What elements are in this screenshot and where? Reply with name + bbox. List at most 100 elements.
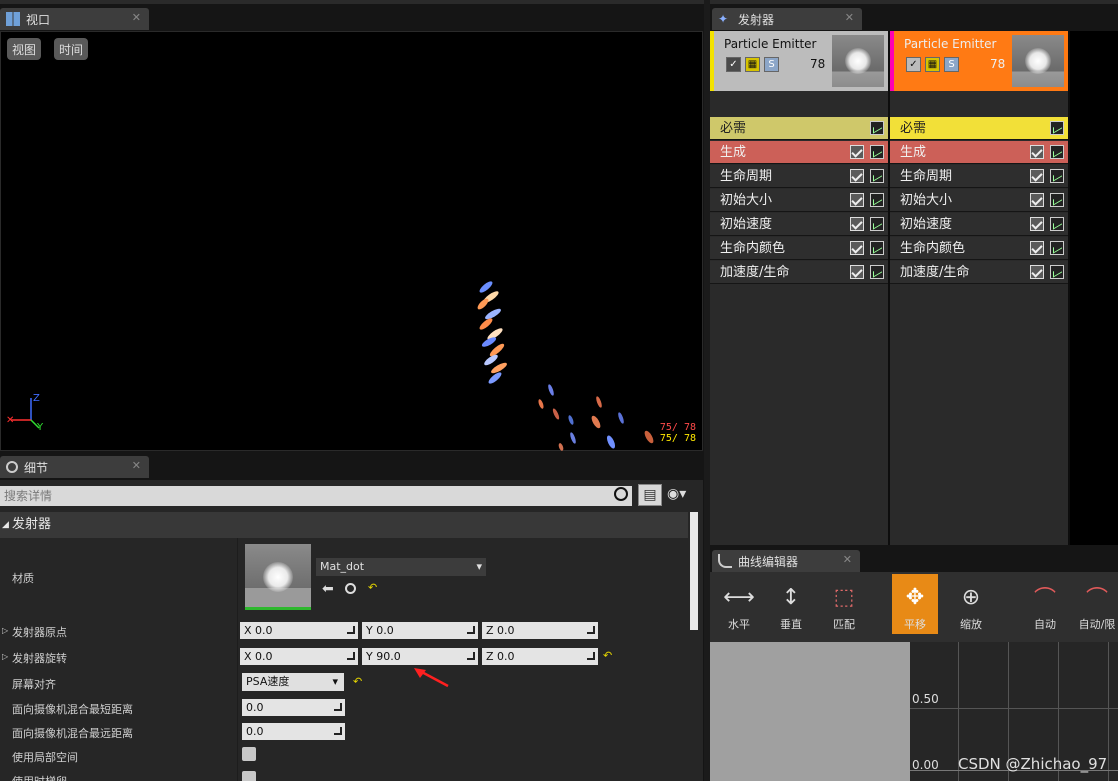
- search-icon[interactable]: [614, 487, 628, 501]
- tab-emitters[interactable]: ✦ 发射器 ✕: [712, 8, 862, 30]
- solo-icon[interactable]: ▦: [925, 57, 940, 72]
- module-checkbox[interactable]: [1030, 193, 1044, 207]
- scrollbar-thumb[interactable]: [690, 512, 698, 630]
- module-lifetime[interactable]: 生命周期: [890, 165, 1068, 188]
- zoom-button[interactable]: ⊕ 缩放: [948, 574, 994, 634]
- time-menu-button[interactable]: 时间: [54, 38, 88, 60]
- module-lifetime[interactable]: 生命周期: [710, 165, 888, 188]
- close-icon[interactable]: ✕: [132, 459, 141, 472]
- particle-viewport[interactable]: 视图 时间 Z Y ✕ 75/ 78 75/ 78: [0, 31, 703, 451]
- tab-details[interactable]: 细节 ✕: [0, 456, 149, 478]
- search-input[interactable]: 搜索详情: [0, 486, 632, 506]
- curve-icon: [718, 554, 732, 568]
- screen-align-dropdown[interactable]: PSA速度 ▾: [242, 673, 344, 691]
- cam-min-field[interactable]: 0.0: [242, 699, 345, 716]
- enable-checkbox[interactable]: ✓: [726, 57, 741, 72]
- graph-icon[interactable]: [870, 265, 884, 279]
- module-initial-size[interactable]: 初始大小: [890, 189, 1068, 212]
- last-row-checkbox[interactable]: [242, 771, 256, 781]
- collapse-arrow-icon[interactable]: ◢: [2, 512, 9, 538]
- fit-horizontal-button[interactable]: ⟷ 水平: [716, 574, 762, 634]
- graph-icon[interactable]: [1050, 145, 1064, 159]
- module-spawn[interactable]: 生成: [890, 141, 1068, 164]
- rotation-y-field[interactable]: Y 90.0: [362, 648, 478, 665]
- graph-icon[interactable]: [870, 121, 884, 135]
- cam-max-field[interactable]: 0.0: [242, 723, 345, 740]
- module-initial-size[interactable]: 初始大小: [710, 189, 888, 212]
- axis-label-x: ✕: [6, 415, 14, 426]
- rotation-z-field[interactable]: Z 0.0: [482, 648, 598, 665]
- module-checkbox[interactable]: [850, 145, 864, 159]
- grid-view-icon[interactable]: ▤: [638, 484, 662, 506]
- module-accel-over-life[interactable]: 加速度/生命: [890, 261, 1068, 284]
- solo-icon[interactable]: ▦: [745, 57, 760, 72]
- module-checkbox[interactable]: [850, 217, 864, 231]
- graph-icon[interactable]: [1050, 241, 1064, 255]
- module-color-over-life[interactable]: 生命内颜色: [710, 237, 888, 260]
- viewport-icon: [6, 12, 20, 26]
- reset-icon[interactable]: ↶: [603, 649, 612, 662]
- pan-button[interactable]: ✥ 平移: [892, 574, 938, 634]
- module-checkbox[interactable]: [1030, 241, 1044, 255]
- spawn-icon[interactable]: S: [764, 57, 779, 72]
- auto-clamped-button[interactable]: ⌒ 自动/限: [1076, 574, 1118, 634]
- eye-icon[interactable]: ◉▾: [667, 486, 686, 502]
- tab-curve-editor[interactable]: 曲线编辑器 ✕: [712, 550, 860, 572]
- column-splitter[interactable]: [237, 538, 238, 781]
- fit-all-button[interactable]: ⬚ 匹配: [821, 574, 867, 634]
- close-icon[interactable]: ✕: [132, 11, 141, 24]
- origin-z-field[interactable]: Z 0.0: [482, 622, 598, 639]
- graph-icon[interactable]: [1050, 169, 1064, 183]
- module-checkbox[interactable]: [1030, 169, 1044, 183]
- graph-icon[interactable]: [1050, 217, 1064, 231]
- reset-icon[interactable]: ↶: [353, 675, 362, 688]
- tab-emitters-label: 发射器: [738, 12, 775, 27]
- module-checkbox[interactable]: [1030, 265, 1044, 279]
- module-required[interactable]: 必需: [890, 117, 1068, 140]
- module-color-over-life[interactable]: 生命内颜色: [890, 237, 1068, 260]
- graph-icon[interactable]: [1050, 265, 1064, 279]
- module-checkbox[interactable]: [1030, 145, 1044, 159]
- tab-viewport[interactable]: 视口 ✕: [0, 8, 149, 30]
- module-initial-velocity[interactable]: 初始速度: [710, 213, 888, 236]
- material-thumbnail[interactable]: [245, 544, 311, 610]
- module-checkbox[interactable]: [850, 193, 864, 207]
- graph-icon[interactable]: [870, 241, 884, 255]
- fit-vertical-button[interactable]: ↕ 垂直: [768, 574, 814, 634]
- emitter-header[interactable]: Particle Emitter ✓ ▦ S 78: [890, 31, 1068, 91]
- local-space-checkbox[interactable]: [242, 747, 256, 761]
- emitter-column[interactable]: Particle Emitter ✓ ▦ S 78 必需 生成 生命周期 初始大…: [710, 31, 888, 545]
- module-spawn[interactable]: 生成: [710, 141, 888, 164]
- use-selected-icon[interactable]: ⬅: [322, 581, 334, 597]
- module-initial-velocity[interactable]: 初始速度: [890, 213, 1068, 236]
- module-required[interactable]: 必需: [710, 117, 888, 140]
- module-accel-over-life[interactable]: 加速度/生命: [710, 261, 888, 284]
- origin-x-field[interactable]: X 0.0: [240, 622, 358, 639]
- module-checkbox[interactable]: [850, 265, 864, 279]
- graph-icon[interactable]: [870, 217, 884, 231]
- module-checkbox[interactable]: [850, 169, 864, 183]
- spawn-icon[interactable]: S: [944, 57, 959, 72]
- graph-icon[interactable]: [870, 193, 884, 207]
- curve-track-list[interactable]: [710, 642, 910, 781]
- module-checkbox[interactable]: [850, 241, 864, 255]
- close-icon[interactable]: ✕: [845, 11, 854, 24]
- graph-icon[interactable]: [870, 145, 884, 159]
- graph-icon[interactable]: [870, 169, 884, 183]
- auto-button[interactable]: ⌒ 自动: [1022, 574, 1068, 634]
- module-checkbox[interactable]: [1030, 217, 1044, 231]
- enable-checkbox[interactable]: ✓: [906, 57, 921, 72]
- emitter-column[interactable]: Particle Emitter ✓ ▦ S 78 必需 生成 生命周期 初始大…: [890, 31, 1068, 545]
- view-menu-button[interactable]: 视图: [7, 38, 41, 60]
- origin-y-field[interactable]: Y 0.0: [362, 622, 478, 639]
- emitter-header[interactable]: Particle Emitter ✓ ▦ S 78: [710, 31, 888, 91]
- emitter-list: Particle Emitter ✓ ▦ S 78 必需 生成 生命周期 初始大…: [710, 31, 1118, 545]
- rotation-x-field[interactable]: X 0.0: [240, 648, 358, 665]
- browse-icon[interactable]: [345, 583, 356, 594]
- graph-icon[interactable]: [1050, 121, 1064, 135]
- category-emitter[interactable]: ◢ 发射器: [0, 512, 688, 538]
- material-picker[interactable]: Mat_dot ▾: [316, 558, 486, 576]
- reset-icon[interactable]: ↶: [368, 581, 377, 594]
- close-icon[interactable]: ✕: [843, 553, 852, 566]
- graph-icon[interactable]: [1050, 193, 1064, 207]
